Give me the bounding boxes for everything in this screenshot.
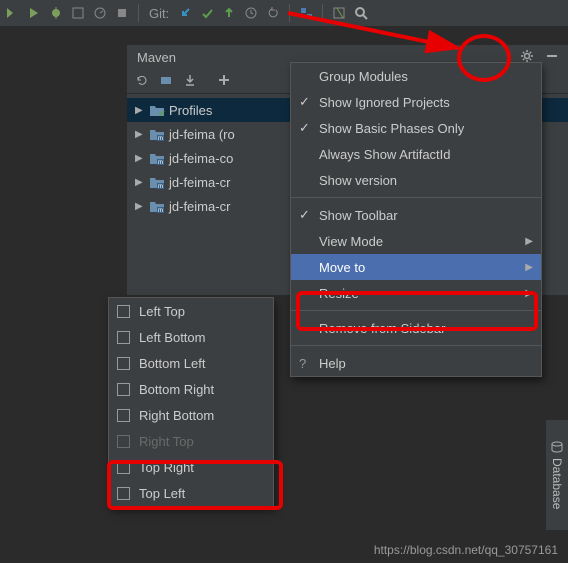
tree-label: jd-feima-co: [169, 151, 233, 166]
maven-module-icon: m: [149, 175, 165, 189]
search-everywhere-icon[interactable]: [353, 5, 369, 21]
generate-sources-icon[interactable]: [159, 73, 173, 90]
svg-text:m: m: [158, 160, 163, 165]
database-icon: [550, 440, 564, 454]
git-history-icon[interactable]: [243, 5, 259, 21]
sub-bottom-left[interactable]: Bottom Left: [109, 350, 273, 376]
submenu-arrow-icon: ▶: [525, 236, 533, 247]
submenu-arrow-icon: ▶: [525, 262, 533, 273]
database-tab[interactable]: Database: [546, 420, 568, 530]
maven-title: Maven: [137, 50, 176, 65]
tree-label: jd-feima-cr: [169, 199, 230, 214]
coverage-icon[interactable]: [70, 5, 86, 21]
position-icon: [117, 409, 130, 422]
sub-left-bottom[interactable]: Left Bottom: [109, 324, 273, 350]
add-icon[interactable]: [217, 73, 231, 90]
download-icon[interactable]: [183, 73, 197, 90]
git-commit-icon[interactable]: [199, 5, 215, 21]
tree-label: jd-feima (ro: [169, 127, 235, 142]
ide-settings-icon[interactable]: [331, 5, 347, 21]
stop-icon[interactable]: [114, 5, 130, 21]
watermark: https://blog.csdn.net/qq_30757161: [374, 543, 558, 557]
sub-top-left[interactable]: Top Left: [109, 480, 273, 506]
tree-label: Profiles: [169, 103, 212, 118]
database-label: Database: [550, 458, 564, 509]
git-push-icon[interactable]: [221, 5, 237, 21]
menu-always-show-artifactid[interactable]: Always Show ArtifactId: [291, 141, 541, 167]
menu-show-toolbar[interactable]: ✓Show Toolbar: [291, 202, 541, 228]
help-icon: ?: [299, 356, 306, 371]
menu-group-modules[interactable]: Group Modules: [291, 63, 541, 89]
minimize-icon[interactable]: [545, 49, 559, 66]
svg-text:m: m: [158, 136, 163, 141]
svg-text:m: m: [158, 208, 163, 213]
main-toolbar: Git:: [0, 0, 568, 27]
check-icon: ✓: [299, 207, 310, 223]
sub-right-bottom[interactable]: Right Bottom: [109, 402, 273, 428]
menu-resize[interactable]: Resize▶: [291, 280, 541, 306]
maven-module-icon: m: [149, 199, 165, 213]
position-icon: [117, 305, 130, 318]
sub-left-top[interactable]: Left Top: [109, 298, 273, 324]
build-icon[interactable]: [4, 5, 20, 21]
position-icon: [117, 383, 130, 396]
run-icon[interactable]: [26, 5, 42, 21]
git-update-icon[interactable]: [177, 5, 193, 21]
svg-text:m: m: [158, 184, 163, 189]
sub-top-right[interactable]: Top Right: [109, 454, 273, 480]
menu-show-basic-phases[interactable]: ✓Show Basic Phases Only: [291, 115, 541, 141]
position-icon: [117, 461, 130, 474]
tree-label: jd-feima-cr: [169, 175, 230, 190]
menu-remove-from-sidebar[interactable]: Remove from Sidebar: [291, 315, 541, 341]
debug-icon[interactable]: [48, 5, 64, 21]
project-structure-icon[interactable]: [298, 5, 314, 21]
maven-module-icon: m: [149, 127, 165, 141]
submenu-arrow-icon: ▶: [525, 288, 533, 299]
position-icon: [117, 487, 130, 500]
move-to-submenu: Left Top Left Bottom Bottom Left Bottom …: [108, 297, 274, 507]
reimport-icon[interactable]: [135, 73, 149, 90]
git-label: Git:: [149, 6, 169, 21]
menu-show-version[interactable]: Show version: [291, 167, 541, 193]
menu-move-to[interactable]: Move to▶: [291, 254, 541, 280]
maven-module-icon: m: [149, 151, 165, 165]
position-icon: [117, 435, 130, 448]
settings-menu: Group Modules ✓Show Ignored Projects ✓Sh…: [290, 62, 542, 377]
sub-right-top: Right Top: [109, 428, 273, 454]
check-icon: ✓: [299, 120, 310, 136]
check-icon: ✓: [299, 94, 310, 110]
sub-bottom-right[interactable]: Bottom Right: [109, 376, 273, 402]
folder-icon: [149, 103, 165, 117]
position-icon: [117, 331, 130, 344]
menu-help[interactable]: ?Help: [291, 350, 541, 376]
position-icon: [117, 357, 130, 370]
menu-view-mode[interactable]: View Mode▶: [291, 228, 541, 254]
profiler-icon[interactable]: [92, 5, 108, 21]
menu-show-ignored[interactable]: ✓Show Ignored Projects: [291, 89, 541, 115]
git-rollback-icon[interactable]: [265, 5, 281, 21]
expand-icon[interactable]: ▶: [135, 105, 145, 116]
